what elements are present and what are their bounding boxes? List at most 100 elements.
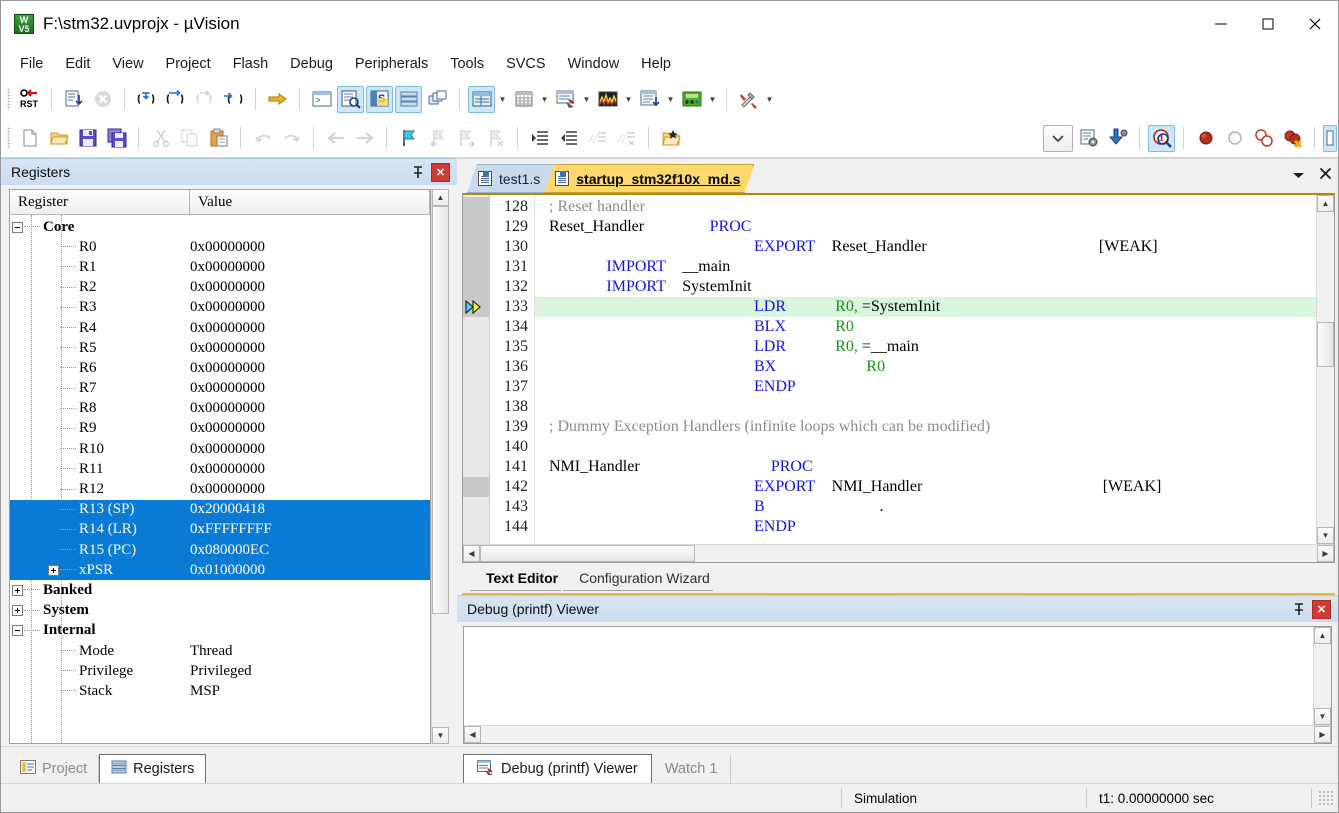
code-line[interactable]: IMPORT __main — [535, 257, 1316, 277]
debug-hscroll-track[interactable] — [481, 726, 1314, 743]
register-value-cell[interactable]: 0xFFFFFFFF — [190, 521, 430, 538]
register-row[interactable]: R1 0x00000000 — [10, 257, 430, 277]
command-window-button[interactable]: > — [308, 86, 335, 113]
save-button[interactable] — [74, 125, 101, 152]
code-line[interactable]: B. — [535, 497, 1316, 517]
code-line[interactable] — [535, 437, 1316, 457]
watch-windows-button[interactable] — [468, 85, 495, 113]
code-line[interactable]: ; Reset handler — [535, 197, 1316, 217]
register-value-cell[interactable]: 0x01000000 — [190, 562, 430, 579]
code-line[interactable]: EXPORT Reset_Handler [WEAK] — [535, 237, 1316, 257]
tree-expander[interactable] — [10, 584, 24, 596]
memory-windows-button[interactable] — [510, 86, 537, 113]
editor-scroll-area[interactable]: 128 129 130 131 132 133 134 135 136 137 138 139 140 1… — [463, 195, 1316, 544]
register-value-cell[interactable]: 0x00000000 — [190, 239, 430, 256]
register-row[interactable]: R8 0x00000000 — [10, 399, 430, 419]
editor-scroll-track[interactable] — [1317, 212, 1334, 527]
code-line[interactable]: IMPORT SystemInit — [535, 277, 1316, 297]
code-line[interactable]: ENDP — [535, 517, 1316, 537]
editor-scroll-left-icon[interactable]: ◀ — [463, 545, 480, 562]
file-toolbar-grip[interactable] — [7, 127, 11, 149]
reset-cpu-button[interactable]: RST — [16, 86, 43, 113]
new-file-button[interactable] — [16, 125, 43, 152]
register-value-cell[interactable]: Thread — [190, 643, 430, 660]
indent-button[interactable] — [526, 125, 553, 152]
insert-breakpoint-button[interactable] — [1192, 125, 1219, 152]
menu-help[interactable]: Help — [630, 52, 682, 76]
editor-tab-text-editor[interactable]: Text Editor — [470, 566, 571, 591]
document-close-icon[interactable] — [1319, 167, 1332, 183]
registers-panel-close-icon[interactable]: ✕ — [431, 162, 450, 182]
register-row[interactable]: Privilege Privileged — [10, 661, 430, 681]
register-value-cell[interactable]: 0x00000000 — [190, 360, 430, 377]
document-tab-startup[interactable]: startup_stm32f10x_md.s — [544, 164, 754, 193]
register-row[interactable]: Core — [10, 217, 430, 237]
code-line[interactable]: Reset_Handler PROC — [535, 217, 1316, 237]
menu-tools[interactable]: Tools — [439, 52, 495, 76]
register-value-cell[interactable]: 0x080000EC — [190, 542, 430, 559]
register-row[interactable]: R14 (LR) 0xFFFFFFFF — [10, 519, 430, 540]
register-value-cell[interactable]: MSP — [190, 683, 430, 700]
target-select-dropdown[interactable] — [1043, 124, 1073, 152]
save-all-button[interactable] — [103, 125, 130, 152]
disable-breakpoint-button[interactable] — [1221, 125, 1248, 152]
register-row[interactable]: R11 0x00000000 — [10, 459, 430, 479]
register-value-cell[interactable]: 0x00000000 — [190, 299, 430, 316]
debug-viewer-close-icon[interactable]: ✕ — [1312, 599, 1331, 619]
system-viewer-dropdown[interactable]: ▼ — [706, 86, 719, 113]
register-row[interactable]: R6 0x00000000 — [10, 358, 430, 378]
register-row[interactable]: R10 0x00000000 — [10, 439, 430, 459]
register-row[interactable]: R13 (SP) 0x20000418 — [10, 499, 430, 520]
register-value-cell[interactable]: 0x00000000 — [190, 320, 430, 337]
target-options-button[interactable] — [1075, 125, 1102, 152]
register-row[interactable]: R3 0x00000000 — [10, 298, 430, 318]
toolbar-grip[interactable] — [7, 88, 11, 110]
disassembly-window-button[interactable] — [337, 85, 364, 113]
code-line[interactable]: ENDP — [535, 377, 1316, 397]
menu-flash[interactable]: Flash — [222, 52, 279, 76]
step-over-button[interactable] — [162, 86, 189, 113]
editor-tab-configuration-wizard[interactable]: Configuration Wizard — [563, 566, 723, 591]
serial-windows-dropdown[interactable]: ▼ — [580, 86, 593, 113]
analysis-windows-dropdown[interactable]: ▼ — [622, 86, 635, 113]
register-row[interactable]: Banked — [10, 580, 430, 600]
register-value-cell[interactable]: 0x00000000 — [190, 340, 430, 357]
register-row[interactable]: R12 0x00000000 — [10, 479, 430, 499]
register-row[interactable]: xPSR 0x01000000 — [10, 560, 430, 581]
document-tab-test1[interactable]: test1.s — [467, 164, 554, 193]
call-stack-window-button[interactable] — [424, 86, 451, 113]
register-value-cell[interactable]: 0x00000000 — [190, 279, 430, 296]
watch-windows-dropdown[interactable]: ▼ — [496, 86, 509, 113]
registers-scroll-thumb[interactable] — [432, 206, 449, 614]
toolbox-button[interactable] — [735, 86, 762, 113]
editor-hscroll-thumb[interactable] — [480, 545, 695, 562]
analysis-windows-button[interactable] — [594, 86, 621, 113]
menu-file[interactable]: File — [9, 52, 54, 76]
system-viewer-button[interactable] — [678, 86, 705, 113]
scroll-down-icon[interactable]: ▼ — [432, 727, 449, 744]
trace-windows-dropdown[interactable]: ▼ — [664, 86, 677, 113]
menu-debug[interactable]: Debug — [279, 52, 344, 76]
register-row[interactable]: R9 0x00000000 — [10, 419, 430, 439]
bottom-tab-watch-1[interactable]: Watch 1 — [652, 755, 732, 783]
debug-scroll-left-icon[interactable]: ◀ — [464, 726, 481, 743]
breakpoint-gutter[interactable] — [463, 195, 490, 544]
tree-expander[interactable] — [10, 605, 24, 617]
debug-viewer-output[interactable] — [464, 627, 1313, 725]
dock-tab-project[interactable]: Project — [9, 755, 100, 783]
tree-expander[interactable] — [10, 221, 24, 233]
chevron-down-icon[interactable] — [1292, 168, 1305, 183]
register-value-cell[interactable]: 0x00000000 — [190, 481, 430, 498]
memory-windows-dropdown[interactable]: ▼ — [538, 86, 551, 113]
column-header-value[interactable]: Value — [190, 190, 430, 215]
run-to-cursor-button[interactable] — [220, 86, 247, 113]
toolbox-dropdown[interactable]: ▼ — [763, 86, 776, 113]
editor-scroll-up-icon[interactable]: ▲ — [1317, 195, 1334, 212]
show-next-statement-button[interactable] — [264, 86, 291, 113]
serial-windows-button[interactable] — [552, 86, 579, 113]
menu-project[interactable]: Project — [155, 52, 222, 76]
editor-hscroll-track[interactable] — [480, 545, 1317, 562]
column-header-register[interactable]: Register — [10, 190, 190, 215]
register-row[interactable]: R7 0x00000000 — [10, 379, 430, 399]
close-button[interactable] — [1291, 1, 1338, 47]
